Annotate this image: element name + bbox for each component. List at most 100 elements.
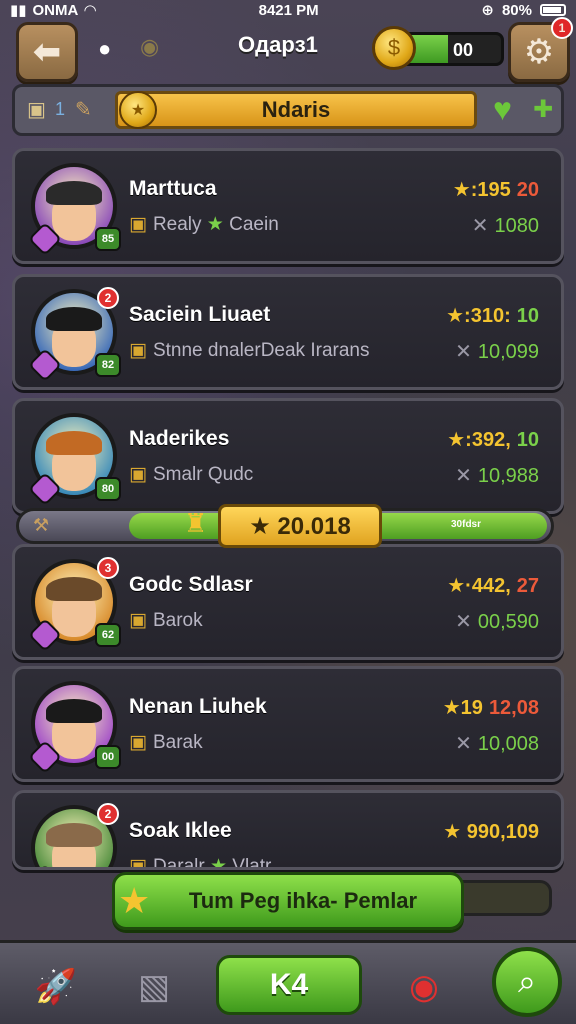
cta-track (460, 880, 552, 916)
player-points-value: 10,008 (477, 733, 539, 755)
score-primary: ★·442, (447, 575, 511, 597)
league-banner-label: Ndaris (261, 97, 331, 122)
promo-button-label: Tum Peg ihka- Pemlar (188, 888, 418, 913)
player-score: ★:310: 10 (446, 303, 539, 328)
player-subtitle-text: Barok (152, 610, 203, 631)
banner-left-count: 1 (55, 99, 66, 119)
player-score: ★19 12,08 (443, 695, 539, 720)
player-subtitle-text: Realy (152, 214, 202, 235)
score-secondary: 10 (516, 429, 539, 451)
filter-banner: ▣ 1 ✎ Ndaris ★ ♥ ✚ (12, 84, 564, 136)
chest-icon[interactable]: ▣ (27, 97, 46, 122)
multiplier-icon: ✕ (471, 215, 489, 237)
back-button[interactable]: ⬅ (16, 22, 78, 82)
score-primary: ★:195 (452, 179, 511, 201)
highlight-score[interactable]: ★ 20.018 (218, 504, 382, 548)
gold-coin-icon[interactable]: $ (372, 26, 416, 70)
player-score: ★·442, 27 (447, 573, 539, 598)
player-subtitle: ▣ Realy ★ Caein (129, 213, 279, 236)
player-subtitle-text: Barak (152, 732, 203, 753)
top-bar: ⬅ ● ◉ Oдapз1 00 $ ⚙ 1 (0, 17, 576, 82)
rocket-icon: 🚀 (34, 968, 78, 1006)
alert-badge: 2 (97, 287, 119, 309)
alert-badge: 3 (97, 557, 119, 579)
alert-badge: 2 (97, 803, 119, 825)
player-subtitle: ▣ Stnne dnalerDeak Irarans (129, 339, 369, 362)
level-badge: 62 (95, 623, 121, 647)
player-score: ★ 990,109 (443, 819, 539, 844)
medal-icon: ★ (119, 91, 157, 129)
highlight-score-value: ★ 20.018 (249, 512, 351, 540)
player-points: ✕ 10,008 (455, 731, 539, 756)
highlight-tiny-label: 30fdsr (450, 519, 481, 530)
player-name: Marttuca (129, 177, 217, 200)
record-icon[interactable]: ● (98, 36, 111, 62)
player-points: ✕ 00,590 (455, 609, 539, 634)
level-badge: 80 (95, 477, 121, 501)
score-primary: ★19 (442, 697, 483, 719)
score-primary: ★:392, (447, 429, 511, 451)
play-button[interactable]: K4 (216, 955, 362, 1015)
player-points-value: 10,099 (477, 341, 539, 363)
alarm-icon: ⊕ (481, 2, 494, 19)
promo-button[interactable]: Tum Peg ihka- Pemlar (112, 872, 464, 930)
multiplier-icon: ✕ (455, 465, 472, 487)
player-subtitle-extra: Vlatr (232, 856, 272, 870)
player-subtitle: ▣ Smalr Qudc (129, 463, 253, 486)
nav-inventory-button[interactable]: ▧ (124, 957, 184, 1017)
tag-icon: ▣ (129, 856, 147, 870)
nav-gamepad-button[interactable]: ◉ (394, 957, 454, 1017)
leaderboard-row[interactable]: 82 2 Saciein Liuaet ▣ Stnne dnalerDeak Irara… (12, 274, 564, 390)
settings-button[interactable]: ⚙ 1 (508, 17, 573, 82)
player-points: ✕ 1080 (472, 213, 539, 238)
player-subtitle: ▣ Daralr ★ Vlatr (129, 855, 272, 870)
player-name: Nenan Liuhek (129, 695, 267, 718)
tag-icon: ▣ (129, 732, 147, 753)
player-subtitle-text: Stnne dnalerDeak Irarans (152, 340, 370, 361)
coin-small-icon[interactable]: ◉ (140, 34, 159, 60)
score-primary: ★:310: (446, 305, 511, 327)
player-points-value: 00,590 (477, 611, 539, 633)
search-button[interactable]: ⌕ (492, 947, 562, 1017)
player-subtitle: ▣ Barok (129, 609, 203, 632)
league-banner[interactable]: Ndaris (115, 91, 477, 129)
score-secondary: 27 (516, 575, 539, 597)
level-badge: 00 (95, 745, 121, 769)
leaderboard-row[interactable]: 80 Naderikes ▣ Smalr Qudc ★:392, 10 ✕ 10,988 (12, 398, 564, 514)
wrench-icon: ⚒ (33, 515, 50, 535)
nav-rocket-button[interactable]: 🚀 (26, 957, 86, 1017)
carrier-label: ONMA (32, 1, 79, 19)
gamepad-icon: ◉ (409, 968, 439, 1006)
leaderboard-row[interactable]: 00 Nenan Liuhek ▣ Barak ★19 12,08 ✕ 10,008 (12, 666, 564, 782)
score-secondary: 12,08 (488, 697, 539, 719)
leaderboard-row[interactable]: 85 Marttuca ▣ Realy ★ Caein ★:195 20 ✕ 1080 (12, 148, 564, 264)
coin-value: 00 (453, 40, 474, 60)
leaderboard-row[interactable]: 2 Soak Iklee ▣ Daralr ★ Vlatr ★ 990,109 (12, 790, 564, 870)
player-score: ★:392, 10 (447, 427, 539, 452)
signal-icon: ▮▮ (10, 2, 27, 19)
player-subtitle: ▣ Barak (129, 731, 203, 754)
player-points-value: 1080 (494, 215, 540, 237)
play-button-label: K4 (269, 968, 309, 1001)
pencil-icon[interactable]: ✎ (75, 97, 92, 122)
player-name: Godc Sdlasr (129, 573, 253, 596)
battery-label: 80% (501, 1, 532, 19)
star-icon: ★ (201, 214, 230, 235)
trophy-icon: ♜ (184, 508, 208, 538)
star-icon: ★ (204, 856, 233, 870)
tag-icon: ▣ (129, 610, 147, 631)
player-subtitle-extra: Caein (229, 214, 279, 235)
score-secondary: 10 (516, 305, 539, 327)
multiplier-icon: ✕ (455, 611, 472, 633)
player-subtitle-text: Smalr Qudc (152, 464, 254, 485)
clock: 8421 PM (258, 1, 319, 19)
player-points: ✕ 10,099 (455, 339, 539, 364)
add-icon[interactable]: ✚ (533, 95, 553, 124)
heart-icon[interactable]: ♥ (493, 91, 512, 128)
multiplier-icon: ✕ (455, 733, 472, 755)
player-name: Naderikes (129, 427, 230, 450)
player-subtitle-text: Daralr (152, 856, 205, 870)
leaderboard-row[interactable]: 62 3 Godc Sdlasr ▣ Barok ★·442, 27 ✕ 00,590 (12, 544, 564, 660)
gear-icon: ⚙ (523, 33, 555, 71)
box-icon: ▧ (137, 968, 171, 1006)
